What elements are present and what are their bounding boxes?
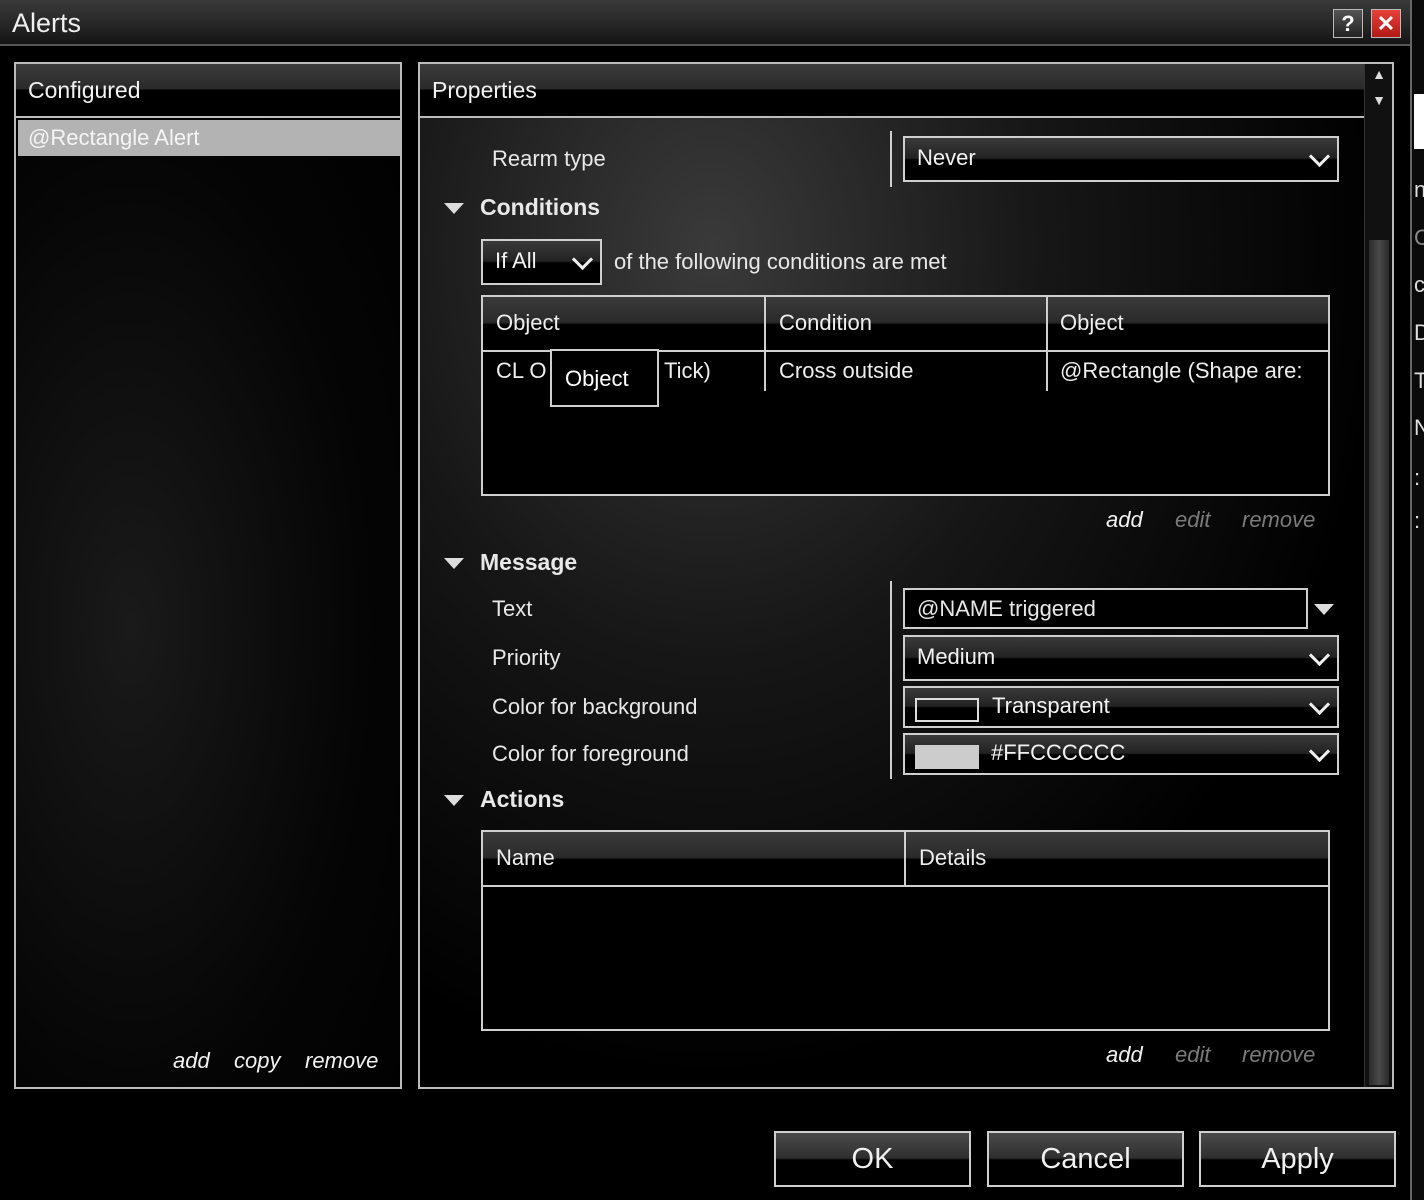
rearm-type-select[interactable]: Never [903,136,1339,182]
foreground-color-value: #FFCCCCCC [991,740,1126,765]
column-header-condition[interactable]: Condition [779,310,872,336]
conditions-table-header: Object Condition Object [483,297,1328,352]
help-button[interactable]: ? [1333,9,1363,38]
background-color-select[interactable]: Transparent [903,686,1339,728]
edge-text: : [1414,465,1421,490]
scroll-up-icon[interactable]: ▲ [1365,66,1392,90]
column-header-name[interactable]: Name [496,845,555,871]
message-text-label: Text [492,596,533,621]
title-bar: Alerts ? ✕ [0,0,1410,46]
properties-panel: Properties ▲ ▼ Rearm type Never Conditio… [418,62,1394,1089]
foreground-color-select[interactable]: #FFCCCCCC [903,733,1339,775]
conditions-mode-select[interactable]: If All [481,239,602,285]
actions-remove-link[interactable]: remove [1242,1042,1315,1068]
configured-title: Configured [28,77,141,103]
conditions-add-link[interactable]: add [1106,507,1143,533]
rearm-type-label: Rearm type [492,146,606,171]
edge-text: N [1414,415,1424,441]
apply-button[interactable]: Apply [1199,1131,1396,1187]
dropdown-arrow-icon[interactable] [1314,604,1334,615]
column-separator [904,832,906,887]
configured-copy-link[interactable]: copy [234,1048,280,1074]
collapse-triangle-icon[interactable] [444,203,464,214]
actions-section-title[interactable]: Actions [480,786,564,813]
chevron-down-icon [1308,644,1331,667]
edge-text: T [1414,368,1424,394]
property-divider [890,131,892,187]
actions-edit-link[interactable]: edit [1175,1042,1210,1068]
background-color-label: Color for background [492,694,698,719]
edge-text: : [1414,508,1421,533]
collapse-triangle-icon[interactable] [444,558,464,569]
collapse-triangle-icon[interactable] [444,795,464,806]
edge-text: C [1414,225,1424,251]
cell-object-tail: ) Tick) [651,358,711,383]
actions-table: Name Details [481,830,1330,1031]
priority-select[interactable]: Medium [903,635,1339,681]
color-swatch-foreground [915,745,979,769]
window-title: Alerts [12,8,82,38]
configured-remove-link[interactable]: remove [305,1048,378,1074]
cancel-button[interactable]: Cancel [987,1131,1184,1187]
list-item-rectangle-alert[interactable]: @Rectangle Alert [18,120,400,156]
list-item-label: @Rectangle Alert [28,125,200,150]
actions-add-link[interactable]: add [1106,1042,1143,1068]
cell-object-2: @Rectangle (Shape are: [1060,358,1303,383]
edge-text: ns [1414,177,1424,203]
conditions-edit-link[interactable]: edit [1175,507,1210,533]
priority-label: Priority [492,645,561,670]
conditions-section-title[interactable]: Conditions [480,194,600,221]
rearm-type-value: Never [917,145,976,170]
properties-scrollbar[interactable]: ▲ ▼ [1364,64,1392,1087]
chevron-down-icon [1308,740,1331,763]
properties-header: Properties [420,64,1364,118]
chevron-down-icon [571,248,594,271]
cell-object: CL O [496,358,547,383]
background-color-value: Transparent [992,693,1110,718]
conditions-suffix-text: of the following conditions are met [614,249,947,274]
tooltip: Object [550,349,659,407]
properties-title: Properties [432,77,537,103]
column-header-object[interactable]: Object [496,310,560,336]
scroll-thumb[interactable] [1369,240,1389,1085]
chevron-down-icon [1308,693,1331,716]
scroll-down-icon[interactable]: ▼ [1365,92,1392,116]
property-divider [890,581,892,779]
message-text-value: @NAME triggered [917,596,1096,621]
configured-panel: Configured @Rectangle Alert add copy rem… [14,62,402,1089]
message-text-input[interactable]: @NAME triggered [903,588,1308,629]
foreground-color-label: Color for foreground [492,741,689,766]
color-swatch-transparent [915,698,979,722]
edge-white-block [1414,94,1424,149]
close-button[interactable]: ✕ [1371,9,1401,38]
background-window-edge: ns C c D T N : : [1410,0,1424,1200]
conditions-mode-value: If All [495,248,537,273]
column-header-object-2[interactable]: Object [1060,310,1124,336]
edge-text: c [1414,272,1424,297]
column-header-details[interactable]: Details [919,845,986,871]
tooltip-text: Object [565,366,629,391]
chevron-down-icon [1308,145,1331,168]
edge-text: D [1414,320,1424,346]
configured-header: Configured [16,64,400,118]
message-section-title[interactable]: Message [480,549,577,576]
priority-value: Medium [917,644,996,669]
configured-add-link[interactable]: add [173,1048,210,1074]
conditions-remove-link[interactable]: remove [1242,507,1315,533]
ok-button[interactable]: OK [774,1131,971,1187]
cell-condition: Cross outside [779,358,914,383]
